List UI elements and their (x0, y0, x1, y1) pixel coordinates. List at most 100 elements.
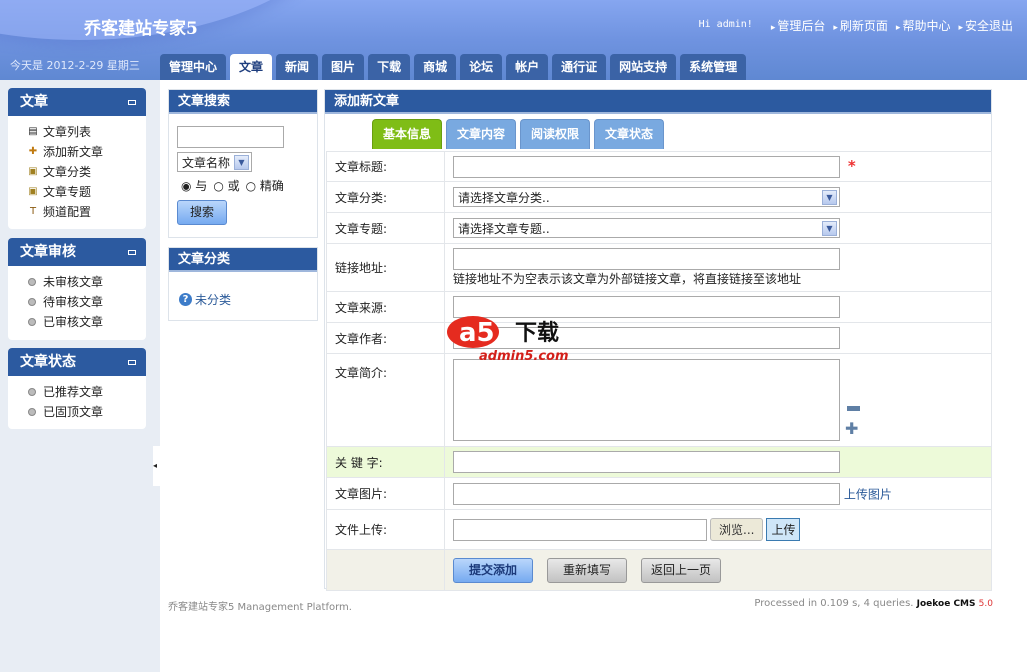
label-author: 文章作者: (326, 322, 445, 354)
browse-button[interactable]: 浏览... (710, 518, 764, 541)
tab-admin-center[interactable]: 管理中心 (160, 54, 227, 80)
tab-read-permission[interactable]: 阅读权限 (520, 119, 591, 149)
sidebar-title: 文章 (20, 94, 48, 110)
category-panel: 文章分类 ? 未分类 (168, 247, 318, 321)
search-panel: 文章搜索 文章名称 ▼ ◉ 与 ○ 或 ○ 精确 搜索 (168, 89, 318, 238)
required-icon: * (847, 157, 856, 175)
tab-system[interactable]: 系统管理 (680, 54, 747, 80)
label: 待审核文章 (43, 295, 104, 309)
sidebar-box-article: 文章 ▤ 文章列表 ✚ 添加新文章 ▣ 文章分类 ▣ 文章专题 T 频道配置 (8, 88, 146, 229)
label: 未审核文章 (43, 275, 104, 289)
tab-content[interactable]: 文章内容 (446, 119, 517, 149)
category-uncategorized[interactable]: ? 未分类 (179, 291, 231, 308)
search-button[interactable]: 搜索 (177, 200, 227, 225)
label-source: 文章来源: (326, 291, 445, 323)
label-image: 文章图片: (326, 477, 445, 510)
bullet-icon (28, 408, 36, 416)
tab-account[interactable]: 帐户 (506, 54, 549, 80)
keywords-input[interactable] (453, 451, 840, 473)
upload-button[interactable]: 上传 (766, 518, 801, 541)
chevron-down-icon: ▼ (234, 154, 249, 170)
link-input[interactable] (453, 248, 840, 270)
sidebar-item-recommended[interactable]: 已推荐文章 (28, 382, 146, 402)
image-input[interactable] (453, 482, 840, 505)
label: 未分类 (195, 293, 232, 307)
sidebar-item-category[interactable]: ▣ 文章分类 (28, 162, 146, 182)
shrink-icon[interactable] (847, 406, 860, 411)
hammer-icon: T (29, 206, 37, 217)
sidebar-item-pending[interactable]: 待审核文章 (28, 292, 146, 312)
help-icon: ? (179, 293, 192, 306)
bullet-icon (28, 388, 36, 396)
radio-and[interactable]: ◉ 与 (181, 177, 207, 194)
radio-exact[interactable]: ○ 精确 (246, 177, 284, 194)
source-input[interactable] (453, 296, 840, 318)
tab-download[interactable]: 下载 (368, 54, 411, 80)
sidebar-item-article-list[interactable]: ▤ 文章列表 (28, 122, 146, 142)
footer-left: 乔客建站专家5 Management Platform. (168, 602, 352, 613)
logo: 乔客建站专家5 (84, 19, 198, 39)
panel-title: 添加新文章 (325, 90, 991, 114)
label-summary: 文章简介: (326, 353, 445, 447)
label-category: 文章分类: (326, 181, 445, 213)
date: 今天是 2012-2-29 星期三 (10, 59, 140, 72)
category-select[interactable]: 请选择文章分类.. ▼ (453, 187, 840, 207)
tab-basic-info[interactable]: 基本信息 (372, 119, 443, 149)
radio-or[interactable]: ○ 或 (213, 177, 239, 194)
back-button[interactable]: 返回上一页 (641, 557, 721, 583)
tab-passport[interactable]: 通行证 (552, 54, 607, 80)
sidebar-title: 文章审核 (20, 244, 76, 260)
label: 已审核文章 (43, 315, 104, 329)
label-topic: 文章专题: (326, 212, 445, 244)
sidebar-item-reviewed[interactable]: 已审核文章 (28, 312, 146, 332)
label: 已固顶文章 (43, 405, 104, 419)
link-admin[interactable]: 管理后台 (771, 17, 825, 34)
link-help[interactable]: 帮助中心 (896, 17, 950, 34)
clipboard-icon: ▣ (28, 166, 38, 177)
tab-article[interactable]: 文章 (230, 54, 273, 80)
link-logout[interactable]: 安全退出 (958, 17, 1013, 34)
author-input[interactable] (453, 327, 840, 349)
bullet-icon (28, 298, 36, 306)
sidebar-item-unreviewed[interactable]: 未审核文章 (28, 272, 146, 292)
label: 或 (227, 179, 240, 193)
sidebar-item-topic[interactable]: ▣ 文章专题 (28, 182, 146, 202)
chevron-down-icon: ▼ (822, 189, 837, 205)
link-refresh[interactable]: 刷新页面 (833, 17, 888, 34)
title-input[interactable] (453, 155, 840, 178)
file-path-input[interactable] (453, 518, 707, 541)
minimize-icon[interactable] (128, 360, 136, 365)
plus-icon: ✚ (28, 146, 38, 157)
minimize-icon[interactable] (128, 250, 136, 255)
add-article-panel: 添加新文章 基本信息 文章内容 阅读权限 文章状态 文章标题: * 文章分类: 请… (324, 89, 992, 591)
tab-shop[interactable]: 商城 (414, 54, 457, 80)
minimize-icon[interactable] (128, 100, 136, 105)
version: 5.0 (978, 599, 993, 609)
summary-textarea[interactable] (453, 359, 840, 441)
link-hint: 链接地址不为空表示该文章为外部链接文章，将直接链接至该地址 (453, 272, 802, 286)
selected-value: 文章名称 (182, 155, 231, 170)
reset-button[interactable]: 重新填写 (547, 557, 627, 583)
sidebar-item-add-article[interactable]: ✚ 添加新文章 (28, 142, 146, 162)
label: 精确 (259, 179, 284, 193)
search-input[interactable] (177, 126, 284, 148)
upload-image-link[interactable]: 上传图片 (844, 487, 892, 501)
tab-site-support[interactable]: 网站支持 (610, 54, 677, 80)
greeting: Hi admin! (698, 19, 753, 30)
sidebar-item-channel-config[interactable]: T 频道配置 (28, 202, 146, 222)
search-field-select[interactable]: 文章名称 ▼ (177, 152, 252, 172)
footer-right: Processed in 0.109 s, 4 queries. Joekoe … (754, 598, 993, 609)
submit-button[interactable]: 提交添加 (453, 557, 533, 583)
sidebar-item-pinned[interactable]: 已固顶文章 (28, 402, 146, 422)
tab-news[interactable]: 新闻 (276, 54, 319, 80)
sidebar-box-review: 文章审核 未审核文章 待审核文章 已审核文章 (8, 238, 146, 340)
tab-status[interactable]: 文章状态 (594, 119, 665, 149)
tab-forum[interactable]: 论坛 (460, 54, 503, 80)
label: 与 (195, 179, 208, 193)
tab-images[interactable]: 图片 (322, 54, 365, 80)
topic-select[interactable]: 请选择文章专题.. ▼ (453, 218, 840, 238)
expand-icon[interactable]: ✚ (845, 421, 858, 437)
label-upload: 文件上传: (326, 509, 445, 550)
top-links: Hi admin! 管理后台 刷新页面 帮助中心 安全退出 (699, 17, 1013, 34)
collapse-sidebar-handle[interactable]: ◂ (153, 446, 161, 486)
